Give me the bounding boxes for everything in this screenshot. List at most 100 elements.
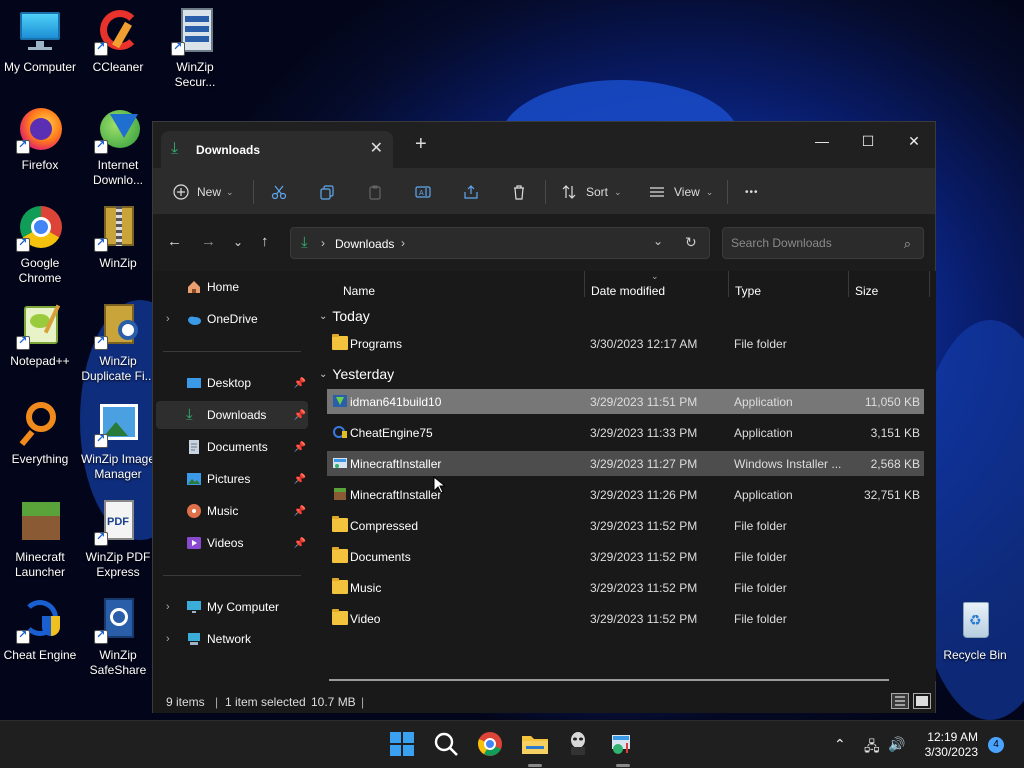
sidebar-item-pictures[interactable]: Pictures 📌: [156, 465, 308, 493]
view-button[interactable]: View ⌄: [649, 178, 713, 206]
selected-count: 1 item selected: [225, 695, 306, 709]
file-row[interactable]: Video 3/29/2023 11:52 PM File folder: [327, 606, 924, 631]
tab-downloads[interactable]: ⤓ Downloads ✕: [161, 131, 393, 168]
file-row[interactable]: Compressed 3/29/2023 11:52 PM File folde…: [327, 513, 924, 538]
chevron-right-icon[interactable]: ›: [166, 313, 170, 325]
cheat-engine-icon: [16, 596, 64, 644]
address-bar[interactable]: ⤓ › Downloads › ⌄ ↻: [290, 227, 710, 259]
group-header-today[interactable]: ⌄ Today: [319, 308, 370, 324]
more-options-button[interactable]: •••: [745, 178, 759, 206]
taskbar-app-masked[interactable]: [565, 731, 593, 759]
address-dropdown-icon[interactable]: ⌄: [653, 234, 663, 248]
search-button[interactable]: [433, 731, 461, 759]
close-button[interactable]: ✕: [891, 126, 937, 156]
desktop-icon-everything[interactable]: Everything: [0, 400, 80, 467]
desktop-icon-google-chrome[interactable]: Google Chrome: [0, 204, 80, 286]
back-button[interactable]: ←: [167, 233, 182, 250]
column-divider[interactable]: [848, 271, 849, 297]
breadcrumb-downloads[interactable]: Downloads: [335, 237, 394, 251]
tab-close-icon[interactable]: ✕: [370, 138, 383, 158]
maximize-button[interactable]: ☐: [845, 126, 891, 156]
sidebar-item-home[interactable]: Home: [156, 273, 308, 301]
pin-icon[interactable]: 📌: [294, 410, 306, 421]
volume-icon[interactable]: 🔊: [888, 736, 905, 753]
pin-icon[interactable]: 📌: [294, 378, 306, 389]
pin-icon[interactable]: 📌: [294, 442, 306, 453]
column-header-name[interactable]: Name: [343, 284, 375, 298]
sidebar-item-onedrive[interactable]: › OneDrive: [156, 305, 308, 333]
paste-button[interactable]: [367, 178, 383, 206]
desktop-icon-winzip[interactable]: WinZip: [78, 204, 158, 271]
column-divider[interactable]: [929, 271, 930, 297]
sort-button[interactable]: Sort ⌄: [561, 178, 622, 206]
desktop-icon-winzip-secure[interactable]: WinZip Secur...: [155, 8, 235, 90]
taskbar-installer[interactable]: [609, 731, 637, 767]
sidebar-item-documents[interactable]: Documents 📌: [156, 433, 308, 461]
sidebar-item-network[interactable]: › Network: [156, 625, 308, 653]
chevron-right-icon[interactable]: ›: [166, 633, 170, 645]
search-box[interactable]: ⌕: [722, 227, 924, 259]
desktop-icon-recycle-bin[interactable]: ♻ Recycle Bin: [935, 596, 1015, 663]
network-tray-icon[interactable]: 🖧: [864, 736, 880, 760]
file-row[interactable]: Programs 3/30/2023 12:17 AM File folder: [327, 331, 924, 356]
pin-icon[interactable]: 📌: [294, 538, 306, 549]
tiles-view-button[interactable]: [913, 693, 931, 709]
desktop-icon-my-computer[interactable]: My Computer: [0, 8, 80, 75]
file-row[interactable]: Documents 3/29/2023 11:52 PM File folder: [327, 544, 924, 569]
file-row[interactable]: MinecraftInstaller 3/29/2023 11:27 PM Wi…: [327, 451, 924, 476]
desktop-icon-cheat-engine[interactable]: Cheat Engine: [0, 596, 80, 663]
file-row[interactable]: idman641build10 3/29/2023 11:51 PM Appli…: [327, 389, 924, 414]
recent-locations-button[interactable]: ⌄: [233, 235, 243, 249]
desktop-icon-notepad-plus-plus[interactable]: Notepad++: [0, 302, 80, 369]
column-divider[interactable]: [584, 271, 585, 297]
refresh-icon[interactable]: ↻: [685, 234, 697, 251]
sidebar-item-downloads[interactable]: ⤓ Downloads 📌: [156, 401, 308, 429]
forward-button[interactable]: →: [201, 233, 216, 250]
desktop-icon-winzip-safeshare[interactable]: WinZip SafeShare: [78, 596, 158, 678]
file-row[interactable]: CheatEngine75 3/29/2023 11:33 PM Applica…: [327, 420, 924, 445]
tiles-view-icon: [916, 696, 928, 706]
chevron-right-icon[interactable]: ›: [401, 236, 405, 250]
file-date: 3/29/2023 11:52 PM: [590, 550, 698, 564]
delete-button[interactable]: [511, 178, 527, 206]
column-divider[interactable]: [728, 271, 729, 297]
taskbar-file-explorer[interactable]: [521, 731, 549, 767]
column-header-size[interactable]: Size: [855, 284, 878, 298]
file-name: Compressed: [350, 519, 419, 533]
column-header-type[interactable]: Type: [735, 284, 761, 298]
rename-button[interactable]: A: [415, 178, 431, 206]
sidebar-item-desktop[interactable]: Desktop 📌: [156, 369, 308, 397]
new-tab-button[interactable]: +: [415, 134, 427, 154]
copy-button[interactable]: [319, 178, 335, 206]
system-clock[interactable]: 12:19 AM 3/30/2023: [925, 730, 978, 760]
desktop-icon-winzip-image-manager[interactable]: WinZip Image Manager: [78, 400, 158, 482]
desktop-icon-minecraft-launcher[interactable]: Minecraft Launcher: [0, 498, 80, 580]
share-button[interactable]: [463, 178, 479, 206]
show-hidden-icons-button[interactable]: ⌃: [834, 736, 846, 753]
group-header-yesterday[interactable]: ⌄ Yesterday: [319, 366, 394, 382]
file-row[interactable]: Music 3/29/2023 11:52 PM File folder: [327, 575, 924, 600]
search-input[interactable]: [731, 234, 891, 252]
minimize-button[interactable]: —: [799, 126, 845, 156]
new-button[interactable]: New ⌄: [173, 178, 234, 206]
cut-button[interactable]: [271, 178, 287, 206]
sidebar-item-videos[interactable]: Videos 📌: [156, 529, 308, 557]
notification-badge[interactable]: 4: [988, 737, 1004, 753]
pin-icon[interactable]: 📌: [294, 474, 306, 485]
chevron-right-icon[interactable]: ›: [166, 601, 170, 613]
up-button[interactable]: ↑: [261, 233, 269, 250]
taskbar-chrome[interactable]: [477, 731, 505, 759]
column-header-date-modified[interactable]: Date modified: [591, 284, 665, 298]
desktop-icon-internet-download-manager[interactable]: Internet Downlo...: [78, 106, 158, 188]
pin-icon[interactable]: 📌: [294, 506, 306, 517]
horizontal-scrollbar[interactable]: [329, 679, 889, 681]
details-view-button[interactable]: [891, 693, 909, 709]
desktop-icon-firefox[interactable]: Firefox: [0, 106, 80, 173]
sidebar-item-my-computer[interactable]: › My Computer: [156, 593, 308, 621]
desktop-icon-ccleaner[interactable]: CCleaner: [78, 8, 158, 75]
desktop-icon-winzip-duplicate[interactable]: WinZip Duplicate Fi...: [78, 302, 158, 384]
file-row[interactable]: MinecraftInstaller 3/29/2023 11:26 PM Ap…: [327, 482, 924, 507]
start-button[interactable]: [389, 731, 417, 759]
sidebar-item-music[interactable]: Music 📌: [156, 497, 308, 525]
desktop-icon-winzip-pdf-express[interactable]: PDF WinZip PDF Express: [78, 498, 158, 580]
